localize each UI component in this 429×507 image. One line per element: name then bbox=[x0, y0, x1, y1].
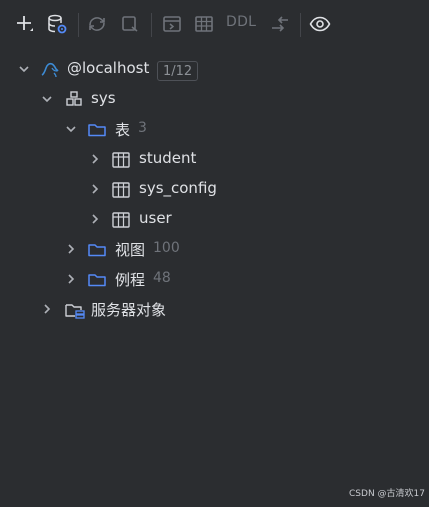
table-label: user bbox=[139, 209, 172, 227]
chevron-down-icon[interactable] bbox=[64, 122, 78, 136]
tree-node-connection[interactable]: @localhost 1/12 bbox=[0, 54, 429, 84]
tree-node-views-folder[interactable]: 视图 100 bbox=[0, 234, 429, 264]
tree-node-table[interactable]: sys_config bbox=[0, 174, 429, 204]
tables-count: 3 bbox=[138, 120, 147, 136]
chevron-right-icon[interactable] bbox=[88, 212, 102, 226]
stop-icon[interactable] bbox=[118, 12, 142, 36]
jump-to-icon[interactable] bbox=[268, 12, 292, 36]
views-count: 100 bbox=[153, 240, 180, 256]
chevron-right-icon[interactable] bbox=[40, 302, 54, 316]
toolbar-separator bbox=[151, 13, 152, 37]
schema-count-badge: 1/12 bbox=[157, 61, 199, 81]
table-icon bbox=[112, 152, 130, 168]
chevron-right-icon[interactable] bbox=[88, 152, 102, 166]
tree-node-tables-folder[interactable]: 表 3 bbox=[0, 114, 429, 144]
ddl-button[interactable]: DDL bbox=[226, 14, 256, 30]
folder-icon bbox=[88, 274, 106, 287]
chevron-right-icon[interactable] bbox=[64, 272, 78, 286]
table-icon bbox=[112, 212, 130, 228]
query-console-icon[interactable] bbox=[160, 12, 184, 36]
eye-icon[interactable] bbox=[308, 12, 332, 36]
routines-folder-label: 例程 bbox=[115, 271, 146, 289]
connection-label: @localhost bbox=[67, 59, 150, 77]
data-source-properties-icon[interactable] bbox=[45, 12, 69, 36]
chevron-right-icon[interactable] bbox=[88, 182, 102, 196]
server-objects-label: 服务器对象 bbox=[91, 301, 167, 319]
tree-node-table[interactable]: user bbox=[0, 204, 429, 234]
views-folder-label: 视图 bbox=[115, 241, 146, 259]
tree-node-schema[interactable]: sys bbox=[0, 84, 429, 114]
table-label: sys_config bbox=[139, 179, 217, 197]
table-label: student bbox=[139, 149, 197, 167]
tree-node-server-objects[interactable]: 服务器对象 bbox=[0, 294, 429, 324]
mysql-icon bbox=[41, 62, 59, 78]
chevron-down-icon[interactable] bbox=[17, 62, 31, 76]
toolbar-separator bbox=[300, 13, 301, 37]
schema-icon bbox=[66, 91, 82, 106]
table-editor-icon[interactable] bbox=[192, 12, 216, 36]
schema-label: sys bbox=[91, 89, 116, 107]
tree-node-routines-folder[interactable]: 例程 48 bbox=[0, 264, 429, 294]
toolbar-separator bbox=[78, 13, 79, 37]
tables-folder-label: 表 bbox=[115, 121, 131, 139]
watermark: CSDN @古清欢17 bbox=[349, 489, 425, 499]
folder-icon bbox=[88, 244, 106, 257]
table-icon bbox=[112, 182, 130, 198]
tree-node-table[interactable]: student bbox=[0, 144, 429, 174]
routines-count: 48 bbox=[153, 270, 171, 286]
chevron-right-icon[interactable] bbox=[64, 242, 78, 256]
refresh-icon[interactable] bbox=[85, 12, 109, 36]
folder-icon bbox=[88, 124, 106, 137]
toolbar: DDL bbox=[0, 0, 429, 50]
chevron-down-icon[interactable] bbox=[40, 92, 54, 106]
server-objects-folder-icon bbox=[65, 304, 85, 319]
add-icon[interactable] bbox=[12, 12, 36, 36]
